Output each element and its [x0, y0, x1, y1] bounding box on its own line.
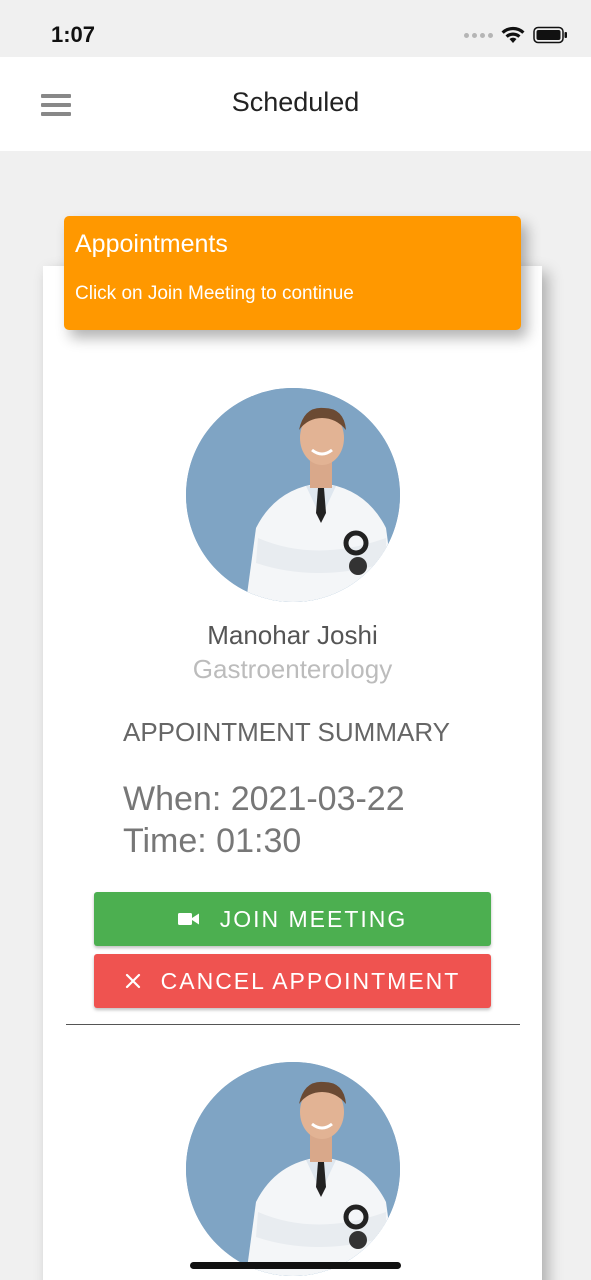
- status-bar: 1:07: [0, 0, 591, 57]
- status-time: 1:07: [51, 22, 96, 47]
- battery-icon: [533, 26, 567, 44]
- page-title: Scheduled: [231, 87, 360, 117]
- appointment-date: When: 2021-03-22: [123, 780, 405, 818]
- doctor-photo: [186, 1062, 400, 1276]
- join-meeting-button[interactable]: JOIN MEETING: [94, 892, 491, 946]
- doctor-specialty: Gastroenterology: [192, 654, 393, 684]
- doctor-name: Manohar Joshi: [207, 620, 378, 650]
- banner-subtitle: Click on Join Meeting to continue: [75, 283, 354, 304]
- doctor-avatar: [186, 388, 400, 602]
- banner-title: Appointments: [75, 230, 228, 258]
- wifi-icon: [501, 26, 525, 43]
- app-header: Scheduled: [0, 57, 591, 151]
- signal-icon: [464, 32, 493, 38]
- appointment-time: Time: 01:30: [123, 822, 302, 860]
- doctor-avatar: [186, 1062, 400, 1276]
- home-indicator: [190, 1262, 401, 1269]
- status-icons: [464, 24, 569, 46]
- join-meeting-label: JOIN MEETING: [219, 905, 408, 932]
- appointment-divider: [66, 1024, 520, 1025]
- video-camera-icon: [177, 911, 200, 927]
- appointments-banner: Appointments Click on Join Meeting to co…: [64, 216, 521, 330]
- close-icon: [125, 973, 141, 989]
- doctor-photo: [186, 388, 400, 602]
- appointment-summary-title: APPOINTMENT SUMMARY: [123, 717, 450, 747]
- cancel-appointment-label: CANCEL APPOINTMENT: [160, 967, 461, 994]
- cancel-appointment-button[interactable]: CANCEL APPOINTMENT: [94, 954, 491, 1008]
